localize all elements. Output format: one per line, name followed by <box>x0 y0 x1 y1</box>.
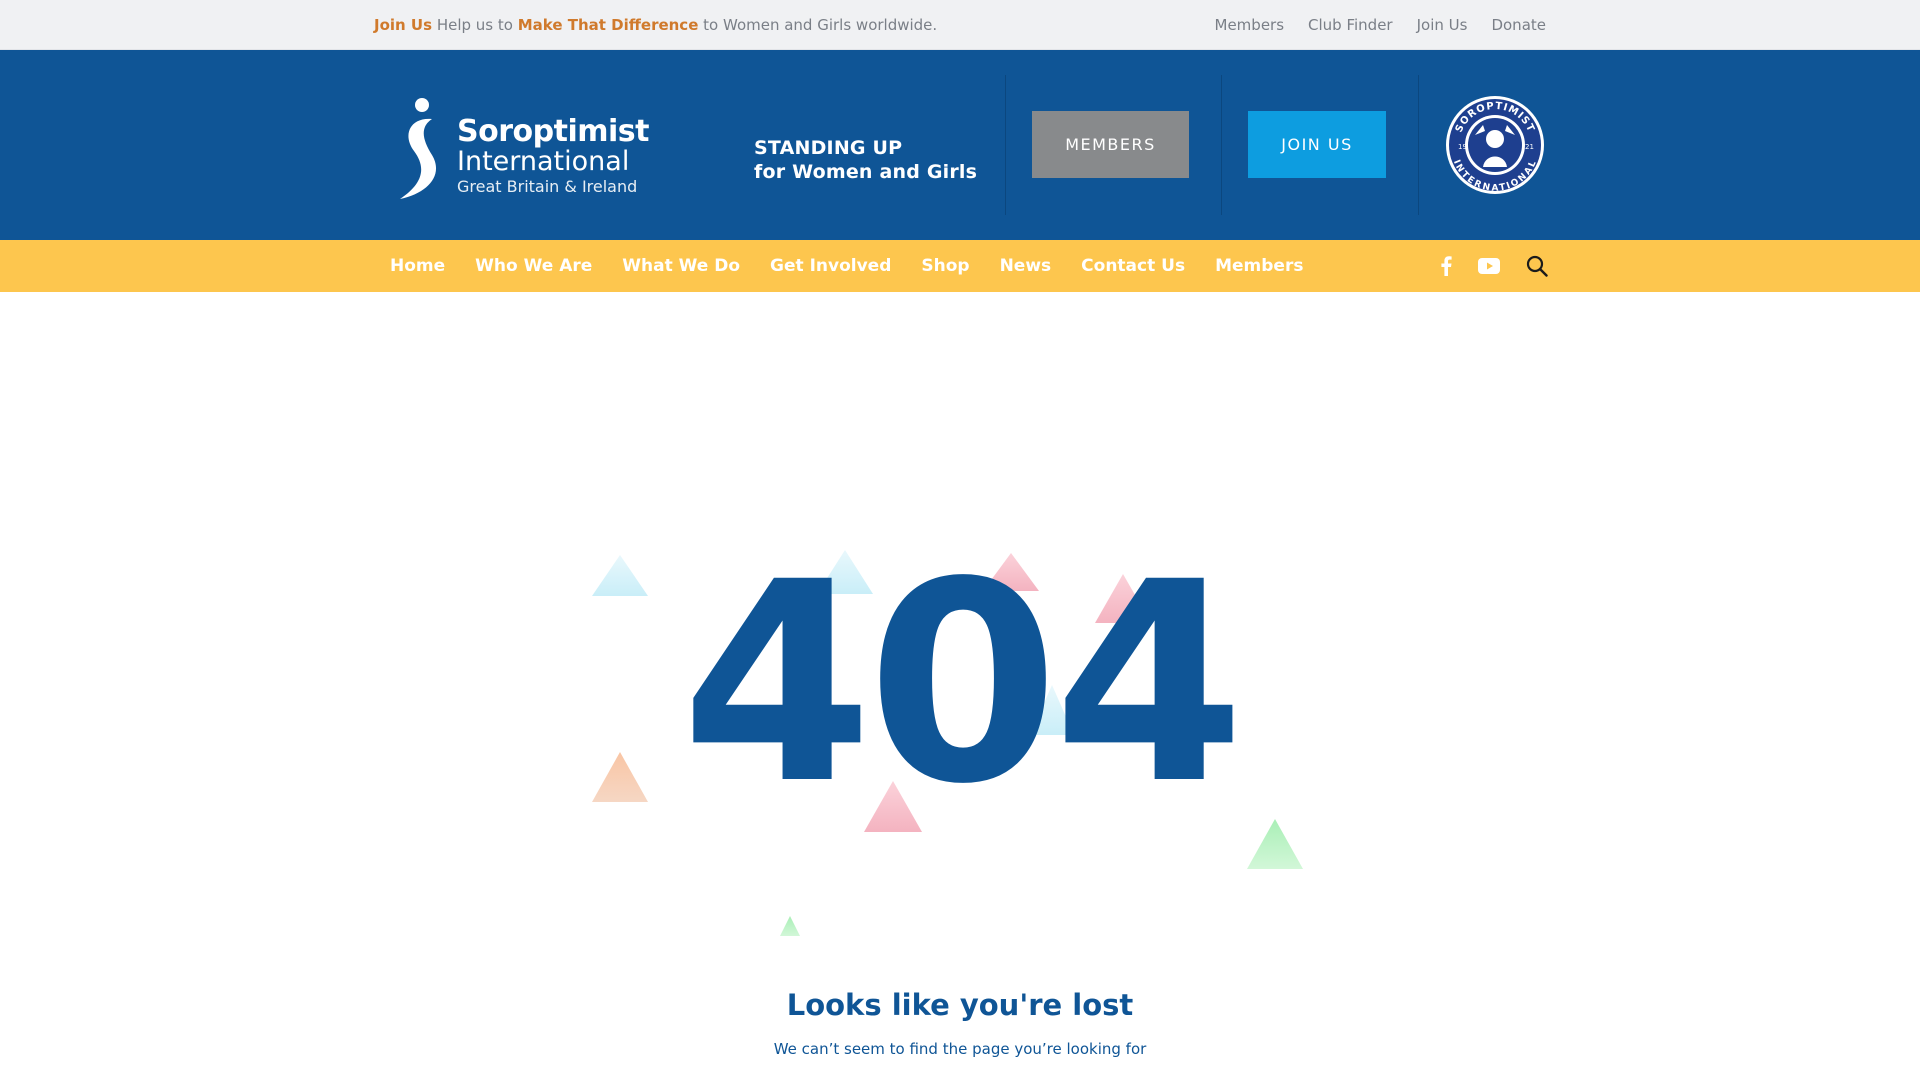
triangle-shape <box>1247 819 1303 869</box>
error-title: Looks like you're lost <box>786 988 1134 1022</box>
error-code: 404 <box>680 524 1245 845</box>
triangle-shape <box>780 916 800 936</box>
triangle-shape <box>592 555 648 596</box>
error-subtitle: We can’t seem to find the page you’re lo… <box>773 1040 1147 1058</box>
triangle-shape <box>592 752 648 802</box>
